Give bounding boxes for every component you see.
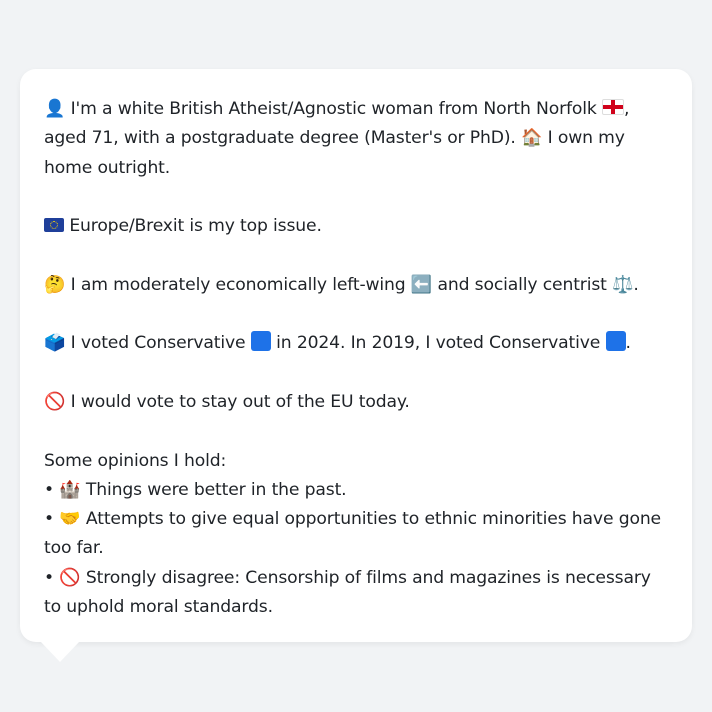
handshake-icon: 🤝 [59,509,81,530]
castle-icon: 🏰 [59,479,81,500]
ideology-text-c: . [633,274,639,295]
bullet: • [44,509,54,530]
opinion-text: Strongly disagree: Censorship of films a… [44,567,651,618]
opinion-text: Attempts to give equal opportunities to … [44,509,661,559]
ideology-text-b: and socially centrist [437,274,607,295]
conservative-square-icon [250,331,271,352]
eu-flag-icon [44,218,64,233]
balance-scale-icon: ⚖️ [612,274,634,295]
bullet: • [44,479,54,500]
ideology-text-a: I am moderately economically left-wing [70,274,406,295]
ballot-box-icon: 🗳️ [44,333,66,354]
top-issue-paragraph: Europe/Brexit is my top issue. [44,212,668,241]
opinion-item: • 🤝 Attempts to give equal opportunities… [44,505,668,564]
profile-text: 👤 I'm a white British Atheist/Agnostic w… [44,95,668,622]
opinions-heading: Some opinions I hold: [44,450,227,471]
intro-text-a: I'm a white British Atheist/Agnostic wom… [70,99,597,119]
left-arrow-icon: ⬅️ [410,274,433,295]
bubble-tail [40,641,80,662]
eu-vote-text: I would vote to stay out of the EU today… [70,391,410,412]
prohibited-icon: 🚫 [59,567,81,588]
person-icon: 👤 [44,99,66,119]
opinion-item: • 🏰 Things were better in the past. [44,476,668,505]
conservative-square-icon [605,331,626,352]
intro-paragraph: 👤 I'm a white British Atheist/Agnostic w… [44,95,668,183]
house-icon: 🏠 [521,128,543,149]
chat-bubble: 👤 I'm a white British Atheist/Agnostic w… [20,69,692,642]
opinion-item: • 🚫 Strongly disagree: Censorship of fil… [44,564,668,623]
prohibited-icon: 🚫 [44,391,66,412]
ideology-paragraph: 🤔 I am moderately economically left-wing… [44,271,668,300]
opinions-section: Some opinions I hold: • 🏰 Things were be… [44,447,668,623]
vote-paragraph: 🗳️ I voted Conservative in 2024. In 2019… [44,329,668,358]
england-flag-icon [602,99,625,115]
thinking-face-icon: 🤔 [44,274,66,295]
eu-vote-paragraph: 🚫 I would vote to stay out of the EU tod… [44,388,668,417]
vote-text-c: . [625,333,631,354]
vote-text-b: in 2024. In 2019, I voted Conservative [276,333,601,354]
bullet: • [44,567,54,588]
top-issue-text: Europe/Brexit is my top issue. [69,216,322,237]
opinion-text: Things were better in the past. [85,479,347,500]
vote-text-a: I voted Conservative [70,333,246,354]
